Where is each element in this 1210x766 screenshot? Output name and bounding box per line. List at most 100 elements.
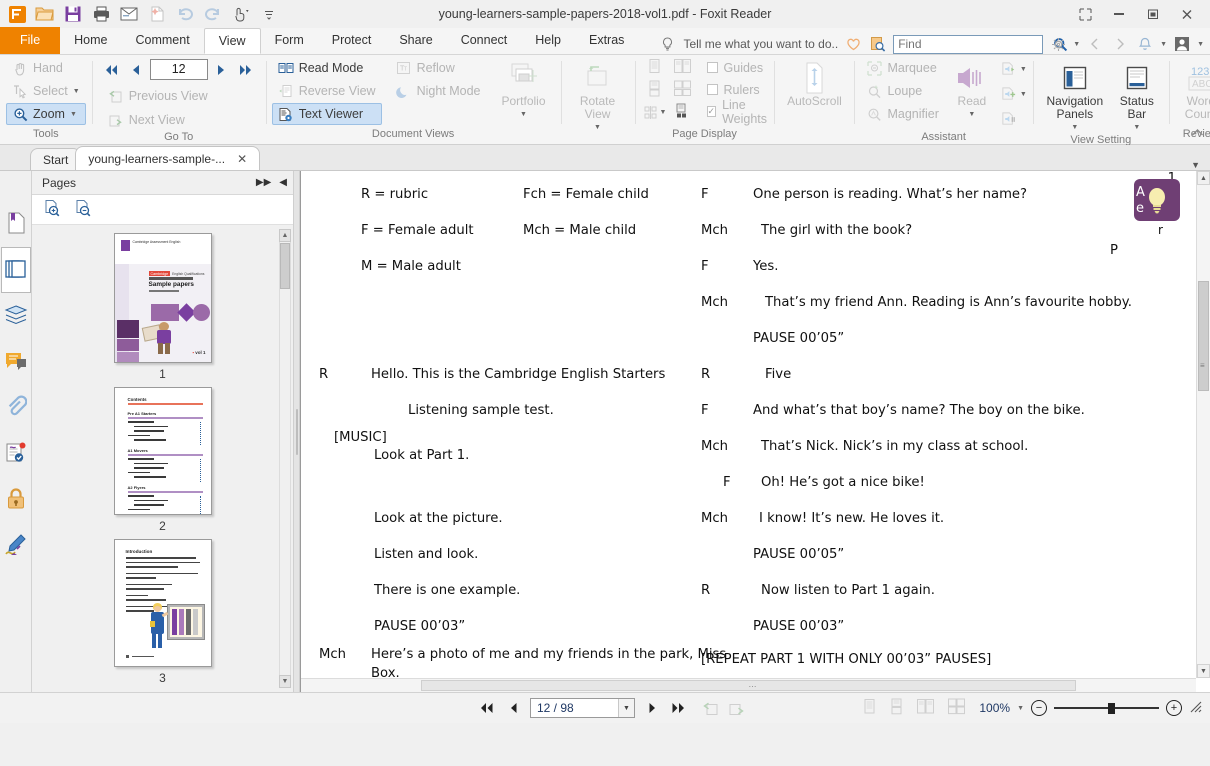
read-button[interactable]: Read ▼ xyxy=(945,57,999,121)
search-document-icon[interactable] xyxy=(868,34,888,54)
pages-scroll-thumb[interactable] xyxy=(280,243,290,289)
guides-checkbox-row[interactable]: Guides xyxy=(707,57,769,78)
reverse-view-button[interactable]: Reverse View xyxy=(272,80,382,102)
menu-tab-file[interactable]: File xyxy=(0,27,60,54)
rail-digital-signatures[interactable] xyxy=(1,431,31,477)
read-page-caret-icon[interactable]: ▼ xyxy=(1020,66,1027,73)
zoom-slider[interactable] xyxy=(1054,707,1159,709)
loupe-button[interactable]: Loupe xyxy=(860,80,944,102)
read-mode-button[interactable]: Read Mode xyxy=(272,57,382,79)
forward-nav-icon[interactable] xyxy=(1110,34,1130,54)
status-next-page-button[interactable] xyxy=(643,699,661,717)
last-page-button[interactable] xyxy=(236,60,256,80)
rulers-checkbox[interactable] xyxy=(707,84,718,95)
continuous-layout-icon[interactable] xyxy=(647,80,662,100)
status-previous-page-button[interactable] xyxy=(504,699,522,717)
vertical-scroll-thumb[interactable] xyxy=(1198,281,1209,391)
rail-page-thumbnails[interactable] xyxy=(1,247,31,293)
menu-tab-protect[interactable]: Protect xyxy=(318,27,386,54)
menu-tab-extras[interactable]: Extras xyxy=(575,27,638,54)
select-tool-button[interactable]: Select ▼ xyxy=(6,80,86,102)
pages-panel-scrollbar[interactable] xyxy=(279,229,291,688)
status-page-dropdown-icon[interactable]: ▼ xyxy=(618,699,634,717)
guides-checkbox[interactable] xyxy=(707,62,718,73)
document-vertical-scrollbar[interactable]: ▲ ≡ ▼ xyxy=(1196,171,1210,678)
single-page-view-button[interactable] xyxy=(862,698,877,718)
facing-pages-layout-icon[interactable] xyxy=(673,58,692,78)
split-view-caret-icon[interactable]: ▼ xyxy=(660,109,667,116)
account-avatar-icon[interactable] xyxy=(1172,34,1192,54)
rail-attachments[interactable] xyxy=(1,385,31,431)
expand-panel-icon[interactable]: ▶▶ xyxy=(256,177,271,188)
zoom-out-button[interactable]: − xyxy=(1031,700,1047,716)
notification-bell-icon[interactable] xyxy=(1135,34,1155,54)
menu-tab-connect[interactable]: Connect xyxy=(447,27,522,54)
rail-layers[interactable] xyxy=(1,293,31,339)
bell-caret-icon[interactable]: ▼ xyxy=(1160,41,1167,48)
continuous-facing-layout-icon[interactable] xyxy=(673,80,692,100)
back-nav-icon[interactable] xyxy=(1085,34,1105,54)
settings-gear-icon[interactable] xyxy=(1048,34,1068,54)
find-input-wrapper[interactable] xyxy=(893,35,1043,54)
portfolio-caret-icon[interactable]: ▼ xyxy=(520,108,527,121)
maximize-button[interactable] xyxy=(1136,1,1170,27)
zoom-caret-icon[interactable]: ▼ xyxy=(70,111,77,118)
save-icon[interactable] xyxy=(60,2,86,26)
zoom-in-button[interactable]: + xyxy=(1166,700,1182,716)
rail-comments[interactable] xyxy=(1,339,31,385)
read-caret-icon[interactable]: ▼ xyxy=(968,108,975,121)
undo-icon[interactable] xyxy=(172,2,198,26)
status-page-input[interactable]: 12 / 98 ▼ xyxy=(530,698,635,718)
restore-layout-button[interactable] xyxy=(1068,1,1102,27)
tell-me-box[interactable]: Tell me what you want to do.. xyxy=(657,34,838,54)
tab-young-learners[interactable]: young-learners-sample-... ✕ xyxy=(75,146,260,170)
text-viewer-button[interactable]: Text Viewer xyxy=(272,103,382,125)
first-page-button[interactable] xyxy=(102,60,122,80)
qat-more-icon[interactable] xyxy=(256,2,282,26)
document-view[interactable]: R = rubric Fch = Female child F = Female… xyxy=(300,171,1210,692)
collapse-ribbon-icon[interactable] xyxy=(1191,128,1204,140)
menu-tab-form[interactable]: Form xyxy=(261,27,318,54)
print-icon[interactable] xyxy=(88,2,114,26)
pause-read-button[interactable] xyxy=(1001,107,1027,131)
rail-security[interactable] xyxy=(1,477,31,523)
continuous-facing-view-button[interactable] xyxy=(947,698,966,718)
minimize-button[interactable] xyxy=(1102,1,1136,27)
tab-overflow-icon[interactable]: ▼ xyxy=(1191,160,1210,170)
menu-tab-share[interactable]: Share xyxy=(385,27,446,54)
heart-icon[interactable] xyxy=(843,34,863,54)
zoom-slider-knob[interactable] xyxy=(1108,703,1115,714)
page-thumbnail-list[interactable]: Cambridge Assessment English Cambridge E… xyxy=(32,224,293,692)
magnifier-button[interactable]: Magnifier xyxy=(860,103,944,125)
ribbon-page-number-input[interactable]: 12 xyxy=(150,59,208,80)
previous-page-button[interactable] xyxy=(126,60,146,80)
status-bar-button[interactable]: Status Bar ▼ xyxy=(1111,57,1163,134)
marquee-button[interactable]: Marquee xyxy=(860,57,944,79)
next-page-button[interactable] xyxy=(212,60,232,80)
collapse-panel-icon[interactable]: ◀ xyxy=(279,177,287,188)
separate-view-icon[interactable] xyxy=(674,103,691,122)
menu-tab-help[interactable]: Help xyxy=(521,27,575,54)
account-caret-icon[interactable]: ▼ xyxy=(1197,41,1204,48)
continuous-scroll-view-button[interactable] xyxy=(889,698,904,718)
single-page-layout-icon[interactable] xyxy=(647,58,662,78)
settings-caret-icon[interactable]: ▼ xyxy=(1073,41,1080,48)
select-caret-icon[interactable]: ▼ xyxy=(73,88,80,95)
read-current-page-button[interactable]: ▼ xyxy=(1001,57,1027,81)
zoom-level-label[interactable]: 100% xyxy=(979,701,1010,715)
menu-tab-comment[interactable]: Comment xyxy=(122,27,204,54)
split-view-control[interactable]: ▼ xyxy=(643,105,667,120)
status-previous-view-button[interactable] xyxy=(701,699,719,717)
reduce-thumbnail-icon[interactable] xyxy=(75,199,92,220)
navigation-panels-button[interactable]: Navigation Panels ▼ xyxy=(1039,57,1111,134)
menu-tab-home[interactable]: Home xyxy=(60,27,121,54)
thumbnail-item[interactable]: Contents Pre A1 Starters A1 Movers xyxy=(32,387,293,533)
touch-mode-icon[interactable] xyxy=(228,2,254,26)
menu-tab-view[interactable]: View xyxy=(204,28,261,54)
rail-bookmarks[interactable] xyxy=(1,201,31,247)
thumbnail-item[interactable]: Cambridge Assessment English Cambridge E… xyxy=(32,233,293,381)
rail-sign[interactable] xyxy=(1,523,31,569)
thumbnail-item[interactable]: Introduction xyxy=(32,539,293,685)
scroll-down-button[interactable]: ▼ xyxy=(1197,664,1210,678)
create-pdf-icon[interactable] xyxy=(144,2,170,26)
